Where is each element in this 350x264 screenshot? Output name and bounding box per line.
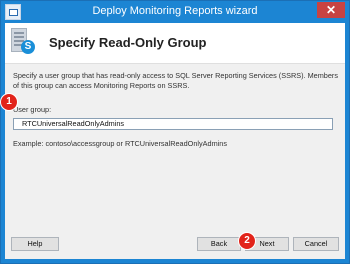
back-button[interactable]: Back (197, 237, 241, 251)
step-marker-2: 2 (238, 232, 256, 250)
wizard-body: S Specify Read-Only Group Specify a user… (5, 23, 345, 259)
window-title: Deploy Monitoring Reports wizard (92, 5, 258, 17)
skype-badge-icon: S (21, 40, 35, 54)
wizard-header: S Specify Read-Only Group (5, 23, 345, 64)
user-group-input[interactable]: RTCUniversalReadOnlyAdmins (13, 118, 333, 130)
wizard-window: Deploy Monitoring Reports wizard ✕ S Spe… (0, 0, 350, 264)
page-title: Specify Read-Only Group (49, 35, 207, 50)
step-marker-1: 1 (0, 93, 18, 111)
help-button[interactable]: Help (11, 237, 59, 251)
close-button[interactable]: ✕ (317, 2, 345, 18)
example-text: Example: contoso\accessgroup or RTCUnive… (13, 139, 228, 148)
user-group-label: User group: (13, 105, 52, 114)
description-text: Specify a user group that has read-only … (13, 71, 338, 90)
cancel-button[interactable]: Cancel (293, 237, 339, 251)
title-bar: Deploy Monitoring Reports wizard ✕ (1, 1, 349, 23)
skype-server-icon: S (11, 28, 35, 56)
